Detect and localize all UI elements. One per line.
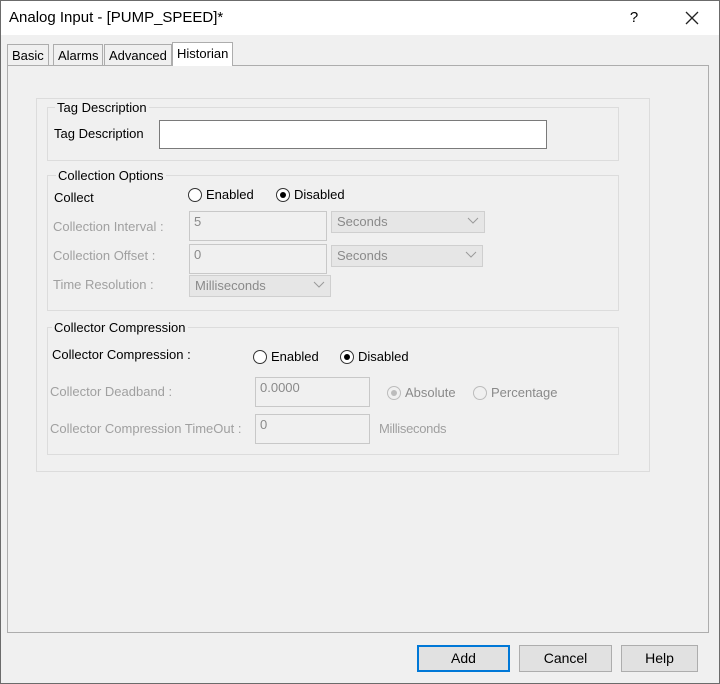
radio-checked-icon bbox=[276, 187, 290, 202]
cancel-button[interactable]: Cancel bbox=[519, 645, 612, 672]
compression-timeout-input[interactable]: 0 bbox=[255, 414, 370, 444]
collect-label: Collect bbox=[54, 190, 94, 205]
deadband-absolute-radio[interactable]: Absolute bbox=[387, 385, 456, 400]
collector-compression-label: Collector Compression : bbox=[52, 347, 191, 362]
radio-checked-icon bbox=[340, 349, 354, 364]
radio-unchecked-icon bbox=[253, 349, 267, 364]
radio-checked-icon bbox=[387, 385, 401, 400]
help-button[interactable]: Help bbox=[621, 645, 698, 672]
window-title: Analog Input - [PUMP_SPEED]* bbox=[9, 9, 224, 26]
tab-advanced[interactable]: Advanced bbox=[104, 44, 172, 65]
tab-basic[interactable]: Basic bbox=[7, 44, 49, 65]
collector-compression-group-label: Collector Compression bbox=[52, 320, 188, 335]
deadband-percentage-radio[interactable]: Percentage bbox=[473, 385, 558, 400]
tag-description-group-label: Tag Description bbox=[55, 100, 149, 115]
collection-interval-label: Collection Interval : bbox=[53, 219, 164, 234]
collector-deadband-input[interactable]: 0.0000 bbox=[255, 377, 370, 407]
compression-timeout-label: Collector Compression TimeOut : bbox=[50, 421, 242, 436]
tab-historian[interactable]: Historian bbox=[172, 42, 234, 66]
tag-description-input[interactable] bbox=[159, 120, 547, 149]
collector-deadband-label: Collector Deadband : bbox=[50, 384, 173, 399]
chevron-down-icon bbox=[313, 281, 325, 288]
chevron-down-icon bbox=[465, 251, 477, 258]
collection-options-group-label: Collection Options bbox=[56, 168, 166, 183]
compression-timeout-unit: Milliseconds bbox=[379, 421, 447, 436]
compression-disabled-radio[interactable]: Disabled bbox=[340, 349, 409, 364]
collect-disabled-radio[interactable]: Disabled bbox=[276, 187, 345, 202]
compression-enabled-radio[interactable]: Enabled bbox=[253, 349, 319, 364]
radio-unchecked-icon bbox=[473, 385, 487, 400]
tab-alarms[interactable]: Alarms bbox=[53, 44, 104, 65]
collection-offset-unit-select[interactable]: Seconds bbox=[331, 245, 483, 267]
time-resolution-label: Time Resolution : bbox=[53, 277, 154, 292]
tag-description-label: Tag Description bbox=[54, 126, 144, 141]
chevron-down-icon bbox=[467, 217, 479, 224]
time-resolution-select[interactable]: Milliseconds bbox=[189, 275, 331, 297]
help-title-button[interactable]: ? bbox=[623, 7, 645, 29]
radio-unchecked-icon bbox=[188, 187, 202, 202]
close-icon[interactable] bbox=[679, 5, 705, 31]
collection-offset-input[interactable]: 0 bbox=[189, 244, 327, 274]
title-bar: Analog Input - [PUMP_SPEED]* ? bbox=[1, 1, 719, 35]
collection-interval-input[interactable]: 5 bbox=[189, 211, 327, 241]
collect-enabled-radio[interactable]: Enabled bbox=[188, 187, 254, 202]
add-button[interactable]: Add bbox=[417, 645, 510, 672]
collection-offset-label: Collection Offset : bbox=[53, 248, 156, 263]
collection-interval-unit-select[interactable]: Seconds bbox=[331, 211, 485, 233]
